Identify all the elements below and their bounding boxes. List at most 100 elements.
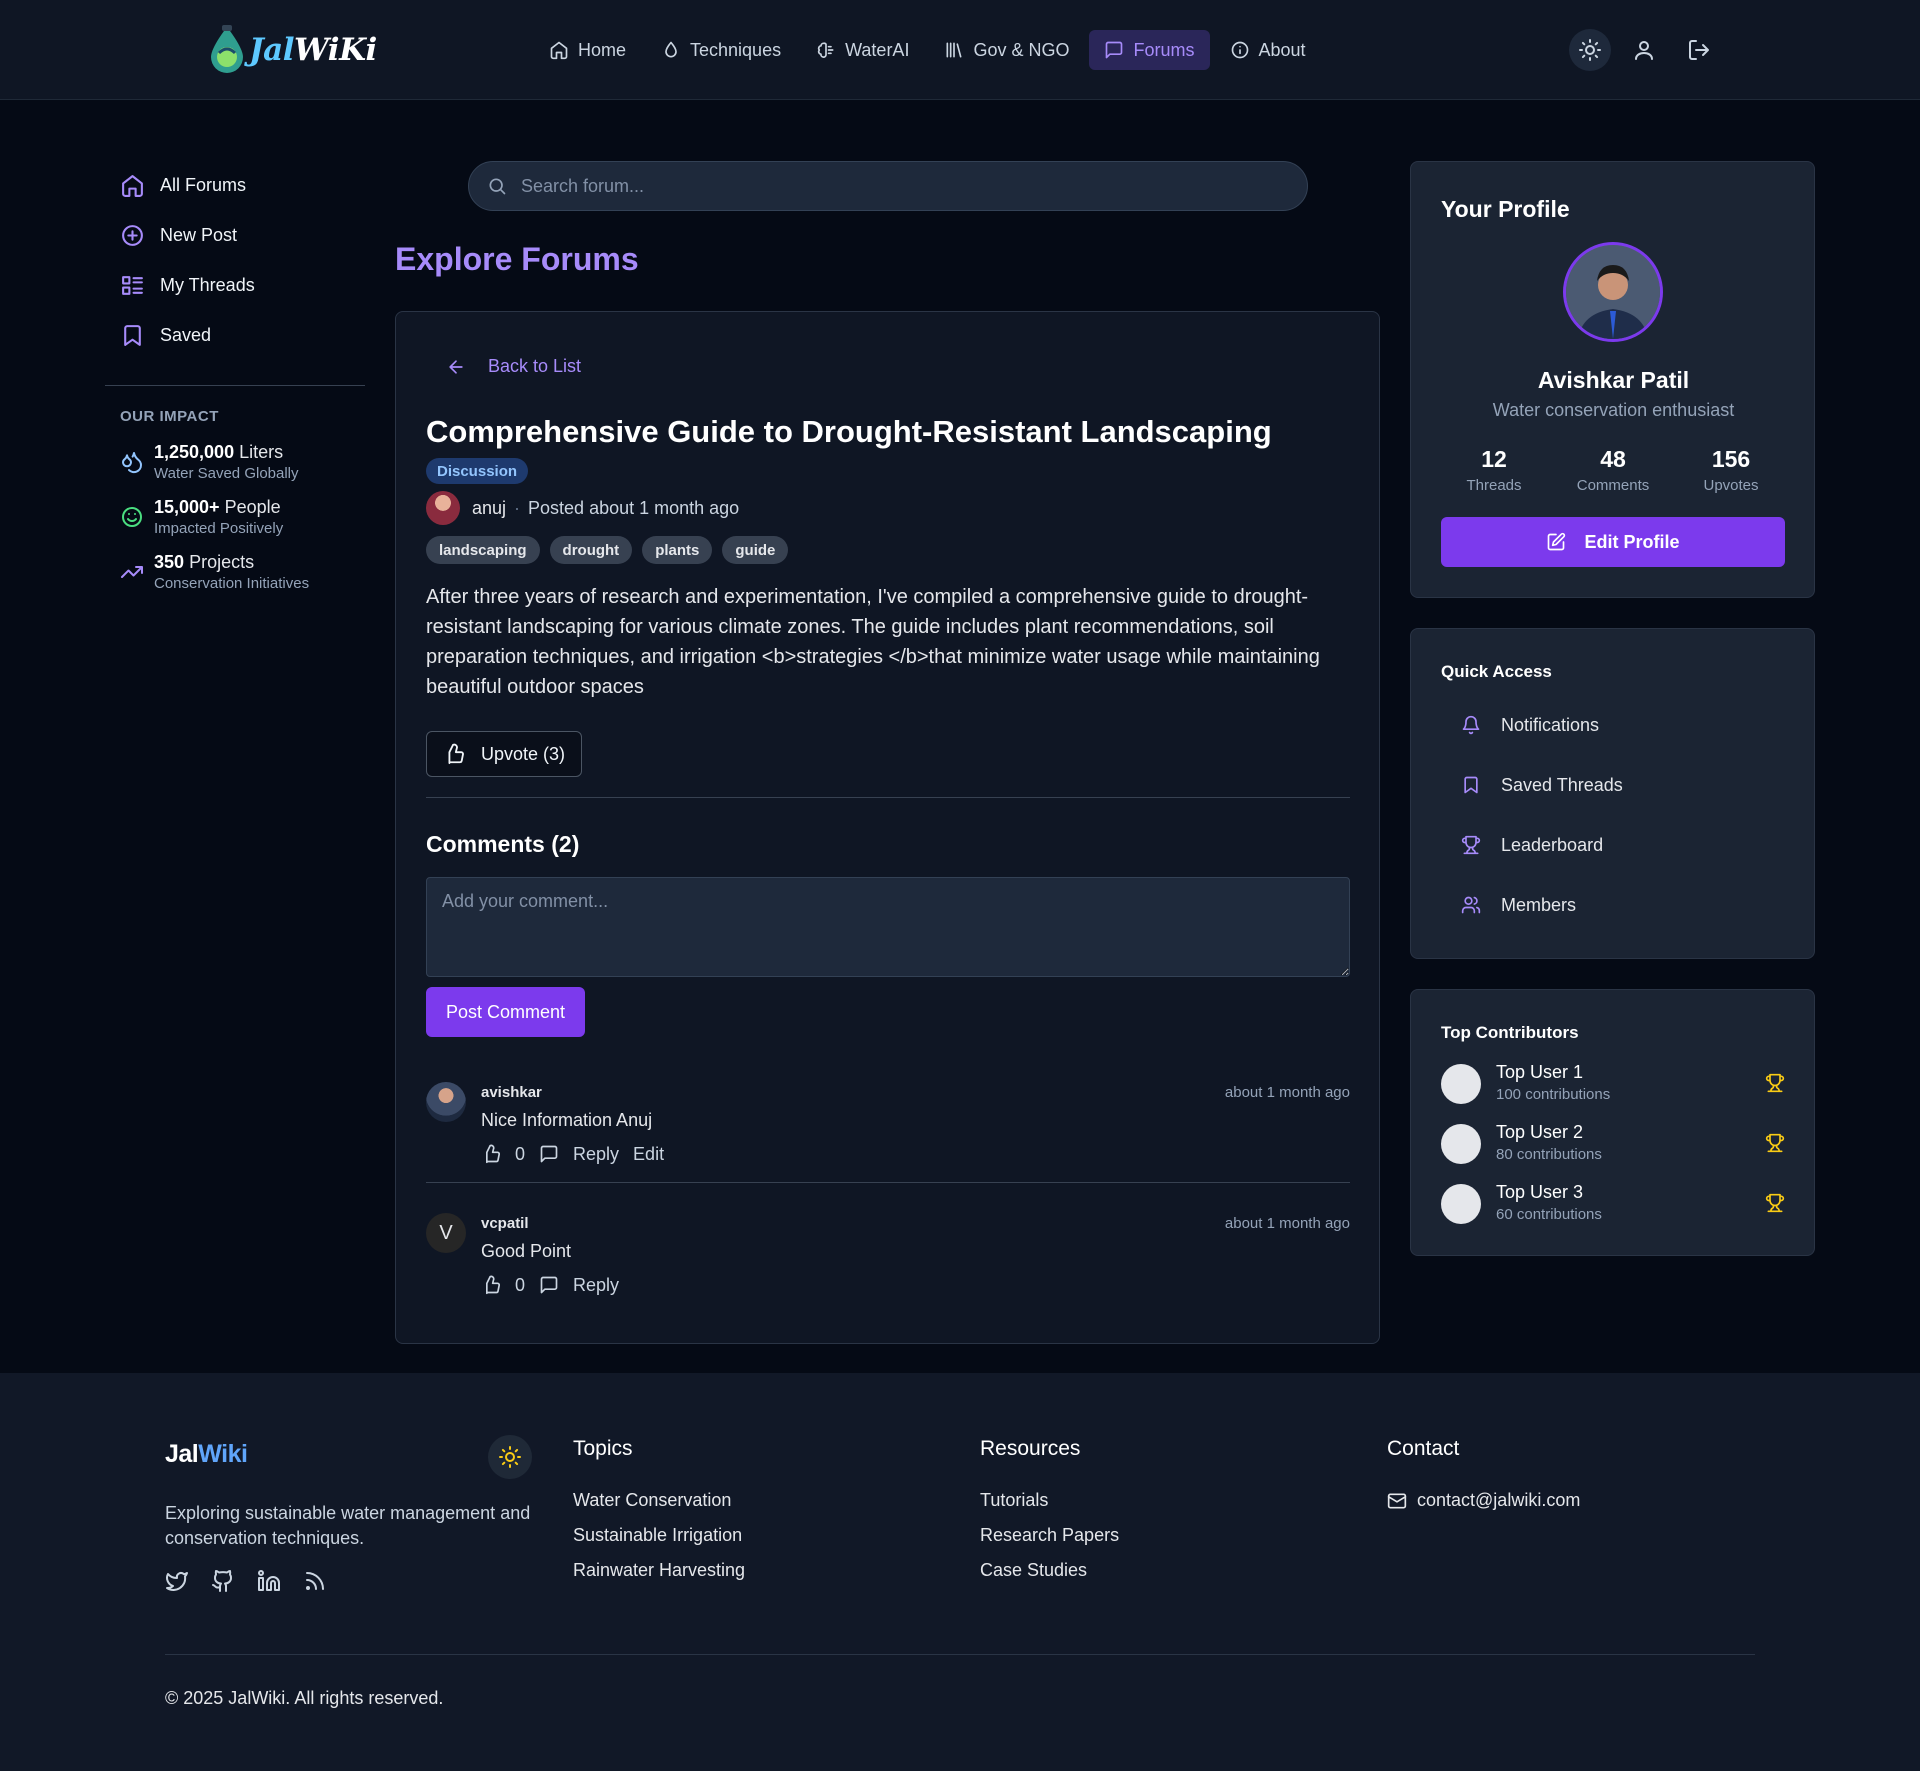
comment-time: about 1 month ago [1224, 1215, 1350, 1232]
footer-link[interactable]: Research Papers [980, 1518, 1119, 1553]
nav-gov-ngo[interactable]: Gov & NGO [929, 30, 1084, 70]
tag[interactable]: plants [642, 536, 713, 564]
logo-drop-icon [205, 23, 249, 77]
users-icon [1461, 896, 1481, 914]
category-badge: Discussion [426, 458, 529, 484]
quick-access-notifications[interactable]: Notifications [1461, 710, 1599, 740]
top-contributors-panel: Top Contributors Top User 1 100 contribu… [1410, 989, 1815, 1256]
search-input[interactable] [521, 175, 1281, 197]
page-title: Explore Forums [395, 241, 639, 277]
comment-author[interactable]: vcpatil [481, 1215, 529, 1232]
sidebar-item-new-post[interactable]: New Post [105, 210, 365, 260]
impact-water-value: 1,250,000 [154, 442, 235, 462]
stat-value: 12 [1481, 446, 1507, 472]
contributor-name: Top User 2 [1496, 1122, 1584, 1142]
trophy-icon [1765, 1193, 1785, 1213]
tag[interactable]: guide [722, 536, 789, 564]
footer-description: Exploring sustainable water management a… [165, 1503, 531, 1548]
impact-projects-unit: Projects [189, 552, 255, 572]
twitter-link[interactable] [165, 1569, 189, 1593]
footer-theme-toggle[interactable] [488, 1435, 532, 1479]
post-tags: landscaping drought plants guide [426, 536, 798, 564]
sidebar-item-all-forums[interactable]: All Forums [105, 160, 365, 210]
upvote-button[interactable]: Upvote (3) [426, 731, 583, 777]
nav-forums-label: Forums [1133, 39, 1195, 60]
footer-link[interactable]: Sustainable Irrigation [573, 1518, 745, 1553]
sidebar-item-saved[interactable]: Saved [105, 310, 365, 360]
nav-techniques[interactable]: Techniques [646, 30, 796, 70]
reply-label: Reply [573, 1274, 620, 1295]
copyright: © 2025 JalWiki. All rights reserved. [165, 1688, 444, 1708]
sidebar-divider [105, 385, 365, 386]
edit-profile-label: Edit Profile [1584, 531, 1680, 552]
nav-forums[interactable]: Forums [1089, 30, 1210, 70]
github-link[interactable] [211, 1569, 235, 1593]
search-icon [489, 178, 506, 195]
footer-email-link[interactable]: contact@jalwiki.com [1387, 1483, 1580, 1518]
stat-threads: 12 Threads [1434, 446, 1554, 494]
footer-link[interactable]: Case Studies [980, 1553, 1119, 1588]
tag[interactable]: drought [549, 536, 633, 564]
impact-people: 15,000+ People Impacted Positively [120, 497, 370, 537]
sidebar-item-label: My Threads [160, 274, 255, 295]
linkedin-link[interactable] [257, 1569, 281, 1593]
forum-search [468, 161, 1308, 211]
logout-icon [1689, 40, 1709, 60]
logout-button[interactable] [1678, 29, 1720, 71]
sidebar-item-label: Saved [160, 324, 212, 345]
contributor-count: 100 contributions [1496, 1086, 1611, 1103]
impact-projects: 350 Projects Conservation Initiatives [120, 552, 370, 592]
edit-profile-button[interactable]: Edit Profile [1441, 517, 1785, 567]
back-to-list-link[interactable]: Back to List [446, 356, 581, 377]
footer-link[interactable]: Rainwater Harvesting [573, 1553, 745, 1588]
comment-like-button[interactable] [481, 1275, 501, 1295]
theme-toggle-button[interactable] [1569, 29, 1611, 71]
home-icon [122, 174, 143, 197]
impact-people-unit: People [224, 497, 281, 517]
footer-logo[interactable]: JalWiki [165, 1440, 248, 1469]
comment-edit-button[interactable]: Edit [633, 1144, 664, 1165]
post-body: After three years of research and experi… [426, 586, 1320, 698]
bookmark-icon [124, 324, 141, 346]
comment-author[interactable]: avishkar [481, 1084, 542, 1101]
avatar[interactable] [1563, 242, 1663, 342]
footer-link[interactable]: Water Conservation [573, 1483, 745, 1518]
quick-access-label: Saved Threads [1501, 774, 1623, 795]
profile-panel: Your Profile Avishkar Patil Water conser… [1410, 161, 1815, 598]
nav-home[interactable]: Home [534, 30, 641, 70]
droplet-icon [665, 41, 677, 58]
tag[interactable]: landscaping [426, 536, 540, 564]
footer-link[interactable]: Tutorials [980, 1483, 1119, 1518]
profile-button[interactable] [1623, 29, 1665, 71]
impact-water: 1,250,000 Liters Water Saved Globally [120, 442, 370, 482]
post-author[interactable]: anuj [472, 498, 506, 519]
nav-about[interactable]: About [1215, 30, 1321, 70]
sidebar-item-my-threads[interactable]: My Threads [105, 260, 365, 310]
contributor-item[interactable]: Top User 1 100 contributions [1441, 1061, 1785, 1105]
quick-access-saved-threads[interactable]: Saved Threads [1461, 770, 1623, 800]
quick-access-panel: Quick Access Notifications Saved Threads… [1410, 628, 1815, 959]
site-logo[interactable]: JalWiKi [205, 20, 377, 80]
contributor-item[interactable]: Top User 2 80 contributions [1441, 1121, 1785, 1165]
quick-access-leaderboard[interactable]: Leaderboard [1461, 830, 1603, 860]
rss-link[interactable] [303, 1569, 327, 1593]
message-icon [540, 1145, 558, 1163]
trophy-icon [1461, 835, 1481, 855]
nav-waterai[interactable]: WaterAI [801, 30, 924, 70]
quick-access-members[interactable]: Members [1461, 890, 1576, 920]
impact-people-value: 15,000+ [154, 497, 220, 517]
post-comment-button[interactable]: Post Comment [426, 987, 586, 1037]
droplets-icon [122, 452, 143, 474]
impact-projects-caption: Conservation Initiatives [154, 575, 310, 592]
thumbs-up-icon [448, 743, 464, 765]
info-icon [1231, 41, 1248, 59]
contributor-item[interactable]: Top User 3 60 contributions [1441, 1181, 1785, 1225]
footer-resources: Resources Tutorials Research Papers Case… [980, 1437, 1119, 1588]
comment-reply-button[interactable]: Reply [539, 1275, 619, 1296]
sidebar-item-label: All Forums [160, 174, 247, 195]
comment-input[interactable] [426, 877, 1350, 977]
comment-reply-button[interactable]: Reply [539, 1144, 619, 1165]
comment-like-button[interactable] [481, 1144, 501, 1164]
thumbs-up-icon [486, 1275, 501, 1295]
user-icon [1635, 41, 1653, 60]
